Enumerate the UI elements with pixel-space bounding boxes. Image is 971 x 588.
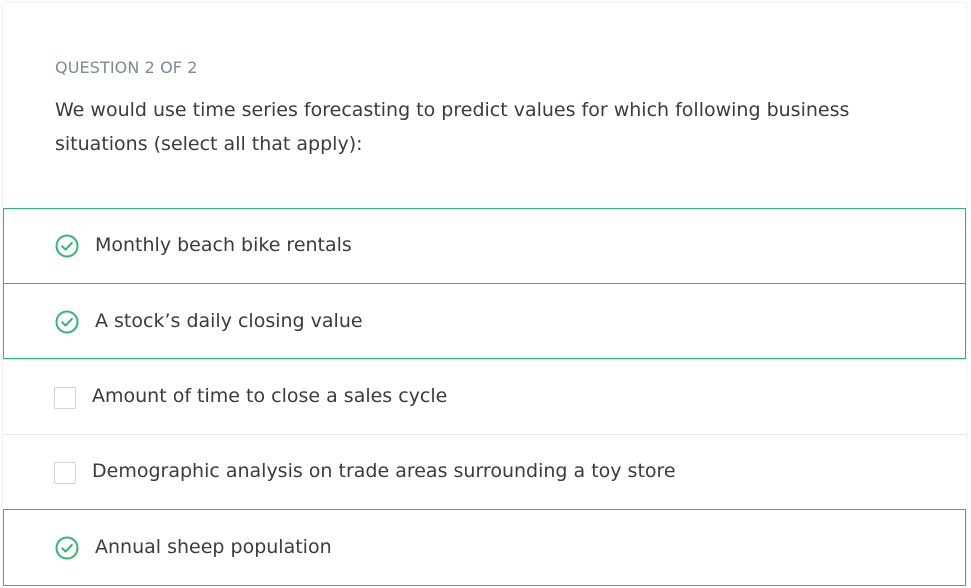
quiz-card: QUESTION 2 OF 2 We would use time series…: [3, 3, 966, 588]
answer-option-2[interactable]: A stock’s daily closing value: [3, 283, 966, 359]
answer-option-label: A stock’s daily closing value: [95, 310, 363, 332]
question-text: We would use time series forecasting to …: [55, 99, 850, 155]
answer-option-3[interactable]: Amount of time to close a sales cycle: [3, 359, 966, 434]
answer-option-label: Demographic analysis on trade areas surr…: [92, 460, 676, 482]
answer-option-4[interactable]: Demographic analysis on trade areas surr…: [3, 434, 966, 509]
answer-option-label: Monthly beach bike rentals: [95, 234, 352, 256]
empty-checkbox[interactable]: [54, 462, 76, 484]
question-counter: QUESTION 2 OF 2: [55, 58, 198, 77]
answer-option-label: Annual sheep population: [95, 536, 332, 558]
empty-checkbox[interactable]: [54, 387, 76, 409]
answer-option-5[interactable]: Annual sheep population: [3, 509, 966, 586]
check-circle-icon: [55, 310, 79, 334]
answer-option-1[interactable]: Monthly beach bike rentals: [3, 208, 966, 284]
answer-option-label: Amount of time to close a sales cycle: [92, 385, 448, 407]
check-circle-icon: [55, 234, 79, 258]
check-circle-icon: [55, 536, 79, 560]
